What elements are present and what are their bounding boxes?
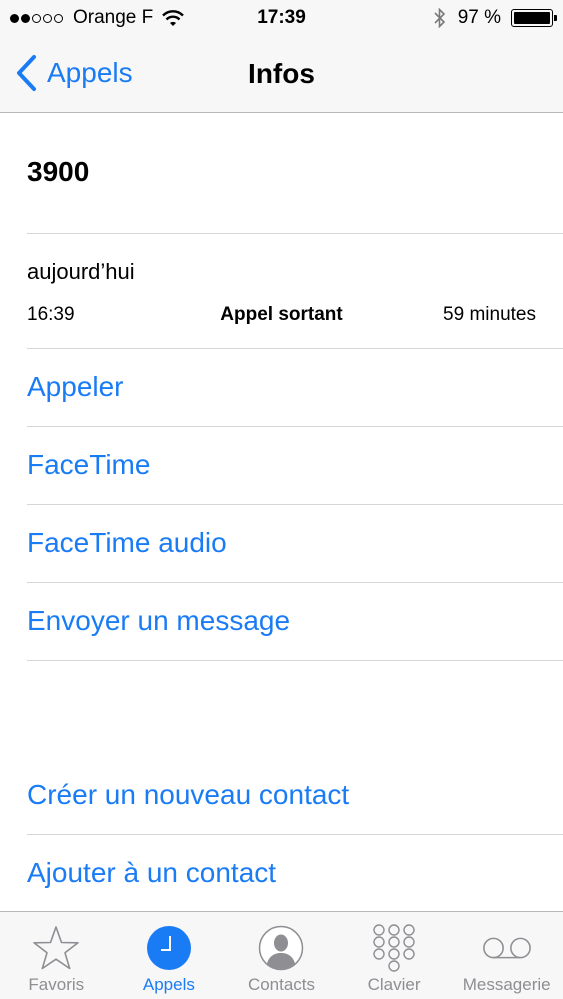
call-duration: 59 minutes: [443, 304, 536, 325]
send-message-button-label: Envoyer un message: [27, 605, 291, 636]
create-contact-button-label: Créer un nouveau contact: [27, 779, 350, 810]
battery-icon: [511, 9, 557, 27]
tab-label: Favoris: [28, 975, 85, 994]
page-title: Infos: [248, 58, 315, 89]
tab-keypad[interactable]: Clavier: [338, 912, 451, 999]
tab-label: Clavier: [367, 975, 421, 994]
keypad-icon: [368, 922, 420, 974]
contact-icon: [255, 922, 307, 974]
tab-favorites[interactable]: Favoris: [0, 912, 113, 999]
call-button[interactable]: Appeler: [0, 349, 563, 426]
tab-label: Contacts: [247, 975, 316, 994]
tab-bar: Favoris Appels Contacts Clavier Messager…: [0, 911, 563, 999]
clock-icon: [143, 922, 195, 974]
tab-contacts[interactable]: Contacts: [225, 912, 338, 999]
call-details: aujourd’hui 16:39 Appel sortant 59 minut…: [0, 234, 563, 348]
phone-number: 3900: [27, 156, 90, 187]
contact-header: 3900: [0, 113, 563, 233]
star-icon: [30, 922, 82, 974]
add-to-contact-button-label: Ajouter à un contact: [27, 857, 277, 888]
status-bar: Orange F 17:39 97 %: [0, 0, 563, 38]
call-date: aujourd’hui: [27, 259, 135, 284]
tab-label: Messagerie: [462, 975, 551, 994]
navigation-bar: Appels Infos: [0, 38, 563, 113]
send-message-button[interactable]: Envoyer un message: [0, 583, 563, 660]
facetime-audio-button-label: FaceTime audio: [27, 527, 227, 558]
tab-voicemail[interactable]: Messagerie: [450, 912, 563, 999]
add-to-contact-button[interactable]: Ajouter à un contact: [0, 835, 563, 912]
bluetooth-icon: [434, 8, 445, 28]
facetime-button[interactable]: FaceTime: [0, 427, 563, 504]
facetime-audio-button[interactable]: FaceTime audio: [0, 505, 563, 582]
status-right: 97 %: [434, 7, 557, 29]
tab-recents[interactable]: Appels: [113, 912, 226, 999]
call-button-label: Appeler: [27, 371, 124, 402]
battery-percentage: 97 %: [457, 7, 501, 28]
call-info-content: 3900 aujourd’hui 16:39 Appel sortant 59 …: [0, 113, 563, 912]
create-contact-button[interactable]: Créer un nouveau contact: [0, 757, 563, 834]
tab-label: Appels: [142, 975, 195, 994]
facetime-button-label: FaceTime: [27, 449, 151, 480]
voicemail-icon: [481, 922, 533, 974]
